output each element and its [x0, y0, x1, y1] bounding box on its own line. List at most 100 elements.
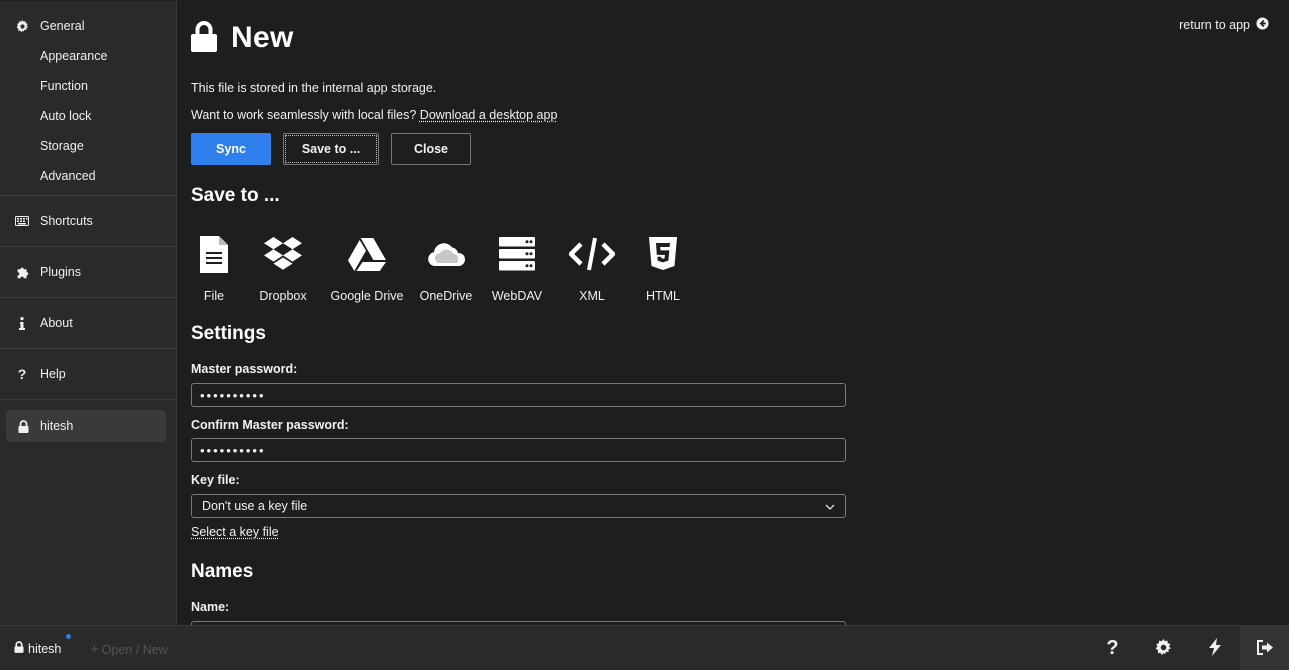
gear-icon [1155, 638, 1172, 659]
footer-file-label: hitesh [28, 641, 62, 656]
dropbox-icon [264, 234, 302, 274]
sidebar-item-help[interactable]: ? Help [0, 359, 176, 389]
sidebar-item-file[interactable]: hitesh [6, 410, 166, 442]
desktop-app-prompt: Want to work seamlessly with local files… [191, 108, 417, 122]
keyboard-icon [15, 214, 29, 228]
sidebar-item-about-label: About [40, 316, 73, 330]
save-to-heading: Save to ... [191, 185, 280, 206]
sidebar-item-auto-lock[interactable]: Auto lock [0, 101, 176, 131]
question-icon: ? [1106, 637, 1119, 659]
settings-sidebar: General Appearance Function Auto lock St… [0, 1, 177, 625]
sidebar-item-storage-label: Storage [40, 139, 84, 153]
open-new-button[interactable]: + Open / New [90, 641, 168, 658]
save-to-dropbox-label: Dropbox [259, 289, 307, 303]
onedrive-icon [427, 234, 465, 274]
page-title: New [231, 21, 294, 54]
chevron-down-icon [825, 499, 835, 513]
save-to-xml[interactable]: XML [549, 234, 635, 303]
open-new-label: Open / New [101, 642, 168, 657]
return-to-app-label: return to app [1179, 18, 1250, 32]
arrow-left-circle-icon [1256, 17, 1269, 33]
sidebar-item-appearance-label: Appearance [40, 49, 108, 63]
google-drive-icon [348, 234, 386, 274]
sidebar-item-shortcuts-label: Shortcuts [40, 214, 93, 228]
html5-icon [649, 234, 677, 274]
save-to-options: File Dropbox Google Drive OneDrive WebDA… [191, 234, 691, 303]
save-to-html[interactable]: HTML [635, 234, 691, 303]
settings-heading: Settings [191, 323, 266, 344]
save-to-google-drive[interactable]: Google Drive [327, 234, 407, 303]
save-to-xml-label: XML [579, 289, 605, 303]
save-to-file-label: File [203, 289, 225, 303]
key-file-select[interactable]: Don't use a key file [191, 494, 846, 518]
storage-info: This file is stored in the internal app … [191, 81, 437, 95]
file-icon [200, 234, 228, 274]
lock-workspace-button[interactable] [1240, 626, 1289, 670]
code-icon [569, 234, 615, 274]
footer-file-button[interactable]: hitesh [14, 634, 71, 656]
sidebar-item-function[interactable]: Function [0, 71, 176, 101]
confirm-password-label: Confirm Master password: [191, 418, 349, 432]
page-header: New [191, 21, 294, 55]
sidebar-item-storage[interactable]: Storage [0, 131, 176, 161]
info-icon [15, 316, 29, 330]
question-icon: ? [17, 366, 27, 382]
app-window: General Appearance Function Auto lock St… [0, 0, 1289, 670]
master-password-field[interactable]: •••••••••• [191, 383, 846, 407]
save-to-dropbox[interactable]: Dropbox [239, 234, 327, 303]
sidebar-item-help-label: Help [40, 367, 66, 381]
lock-icon [191, 21, 217, 55]
key-file-selected-value: Don't use a key file [202, 499, 308, 513]
plugins-section: Plugins [0, 247, 176, 298]
save-to-html-label: HTML [645, 289, 681, 303]
save-to-onedrive[interactable]: OneDrive [407, 234, 485, 303]
key-file-label: Key file: [191, 473, 240, 487]
save-to-onedrive-label: OneDrive [419, 289, 473, 303]
settings-button[interactable] [1138, 626, 1189, 670]
footer-bar: hitesh + Open / New ? [0, 625, 1289, 670]
sidebar-item-file-label: hitesh [40, 419, 74, 433]
footer-actions: ? [1087, 626, 1289, 670]
select-key-file-link[interactable]: Select a key file [191, 525, 279, 539]
sidebar-item-auto-lock-label: Auto lock [40, 109, 92, 123]
sidebar-item-plugins[interactable]: Plugins [0, 257, 176, 287]
name-label: Name: [191, 600, 230, 614]
generator-button[interactable] [1189, 626, 1240, 670]
plus-icon: + [90, 641, 99, 658]
close-button[interactable]: Close [391, 133, 471, 165]
sidebar-item-advanced-label: Advanced [40, 169, 96, 183]
download-desktop-app-link[interactable]: Download a desktop app [420, 108, 558, 122]
settings-main: return to app New This file is stored in… [191, 1, 1281, 625]
sync-button[interactable]: Sync [191, 133, 271, 165]
lock-icon [16, 419, 30, 433]
file-actions: Sync Save to ... Close [191, 133, 471, 165]
sidebar-item-appearance[interactable]: Appearance [0, 41, 176, 71]
desktop-app-info: Want to work seamlessly with local files… [191, 108, 557, 122]
save-to-file[interactable]: File [191, 234, 237, 303]
sidebar-item-shortcuts[interactable]: Shortcuts [0, 206, 176, 236]
save-to-button[interactable]: Save to ... [283, 133, 379, 165]
help-button[interactable]: ? [1087, 626, 1138, 670]
help-section: ? Help [0, 349, 176, 400]
bolt-icon [1208, 638, 1221, 659]
lock-icon [14, 641, 24, 656]
gear-icon [15, 19, 29, 33]
webdav-icon [499, 234, 535, 274]
save-to-google-drive-label: Google Drive [330, 289, 404, 303]
sidebar-item-about[interactable]: About [0, 308, 176, 338]
confirm-password-field[interactable]: •••••••••• [191, 438, 846, 462]
master-password-label: Master password: [191, 362, 298, 376]
sidebar-item-plugins-label: Plugins [40, 265, 81, 279]
shortcuts-section: Shortcuts [0, 196, 176, 247]
sidebar-item-advanced[interactable]: Advanced [0, 161, 176, 191]
sidebar-item-general-label: General [40, 19, 85, 33]
file-section: hitesh [0, 400, 176, 442]
save-to-webdav[interactable]: WebDAV [485, 234, 549, 303]
unsaved-indicator [66, 634, 71, 639]
save-to-webdav-label: WebDAV [491, 289, 543, 303]
names-heading: Names [191, 561, 254, 582]
general-section: General Appearance Function Auto lock St… [0, 1, 176, 196]
about-section: About [0, 298, 176, 349]
return-to-app-link[interactable]: return to app [1179, 17, 1269, 33]
sidebar-item-general[interactable]: General [0, 11, 176, 41]
